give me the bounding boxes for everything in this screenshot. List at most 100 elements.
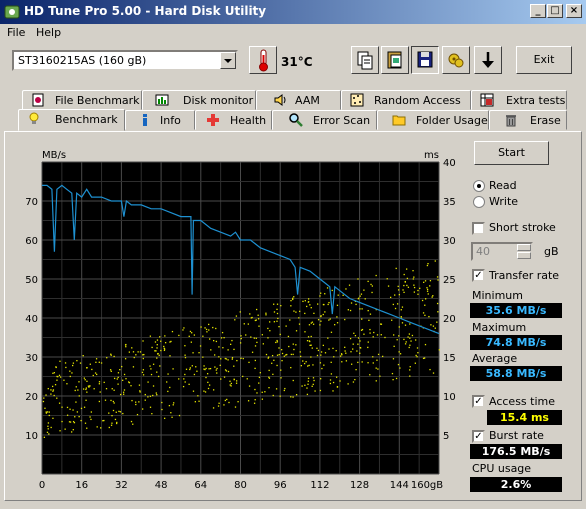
tab-erase[interactable]: Erase bbox=[489, 110, 567, 130]
access-time-point bbox=[71, 364, 74, 367]
exit-button[interactable]: Exit bbox=[516, 46, 572, 74]
access-time-point bbox=[92, 374, 94, 377]
short-stroke-spinner[interactable]: 40 bbox=[471, 242, 533, 261]
access-time-point bbox=[123, 373, 126, 376]
tab-health[interactable]: Health bbox=[195, 110, 272, 130]
access-time-point bbox=[152, 394, 154, 397]
access-time-point bbox=[432, 325, 435, 327]
menu-help[interactable]: Help bbox=[36, 26, 61, 39]
access-time-point bbox=[161, 408, 163, 411]
read-radio[interactable] bbox=[473, 180, 485, 192]
access-time-point bbox=[257, 318, 260, 320]
access-time-point bbox=[271, 354, 274, 357]
access-time-point bbox=[130, 420, 133, 423]
access-time-point bbox=[299, 351, 301, 353]
access-time-point bbox=[357, 298, 359, 300]
access-time-checkbox[interactable]: ✓ bbox=[472, 395, 485, 408]
access-time-point bbox=[290, 299, 292, 302]
access-time-point bbox=[299, 355, 302, 358]
access-time-point bbox=[56, 375, 58, 378]
transfer-rate-checkbox[interactable]: ✓ bbox=[472, 269, 485, 282]
access-time-point bbox=[349, 337, 352, 340]
y-tick-label-right: 30 bbox=[443, 236, 456, 247]
access-time-point bbox=[261, 398, 264, 400]
copy-text-button[interactable] bbox=[351, 46, 379, 74]
access-time-point bbox=[144, 393, 146, 396]
y-tick-label-left: 20 bbox=[25, 392, 38, 403]
tab-folder-usage[interactable]: Folder Usage bbox=[377, 110, 489, 130]
access-time-point bbox=[184, 356, 187, 359]
access-time-point bbox=[208, 384, 211, 386]
access-time-point bbox=[142, 357, 144, 360]
burst-rate-checkbox[interactable]: ✓ bbox=[472, 430, 485, 443]
tab-disk-monitor[interactable]: Disk monitor bbox=[142, 90, 256, 110]
access-time-point bbox=[414, 362, 417, 364]
access-time-point bbox=[159, 365, 161, 367]
access-time-point bbox=[426, 288, 429, 291]
tab-random-access[interactable]: Random Access bbox=[341, 90, 471, 110]
copy-screenshot-button[interactable] bbox=[381, 46, 409, 74]
access-time-point bbox=[42, 400, 45, 403]
write-radio[interactable] bbox=[473, 196, 485, 208]
menu-file[interactable]: File bbox=[7, 26, 25, 39]
access-time-point bbox=[320, 351, 323, 353]
download-button[interactable] bbox=[474, 46, 502, 74]
access-time-point bbox=[399, 353, 402, 355]
access-time-point bbox=[284, 387, 286, 390]
access-time-point bbox=[142, 374, 145, 376]
tab-info[interactable]: Info bbox=[125, 110, 195, 130]
access-time-point bbox=[432, 295, 434, 297]
access-time-point bbox=[312, 377, 315, 379]
spinner-up-icon[interactable] bbox=[517, 244, 531, 251]
minimize-button[interactable]: _ bbox=[530, 4, 546, 18]
access-time-point bbox=[350, 302, 353, 304]
maximize-button[interactable]: □ bbox=[547, 4, 563, 18]
access-time-point bbox=[188, 383, 190, 385]
access-time-point bbox=[224, 369, 227, 371]
short-stroke-checkbox[interactable] bbox=[472, 222, 485, 235]
access-time-point bbox=[395, 377, 398, 380]
drive-select[interactable]: ST3160215AS (160 gB) bbox=[12, 50, 238, 71]
access-time-point bbox=[310, 335, 312, 338]
start-button[interactable]: Start bbox=[474, 141, 549, 165]
access-time-point bbox=[105, 388, 108, 390]
spinner-down-icon[interactable] bbox=[517, 252, 531, 259]
access-time-point bbox=[403, 284, 405, 287]
access-time-point bbox=[409, 369, 411, 371]
access-time-point bbox=[199, 345, 202, 347]
access-time-point bbox=[421, 299, 424, 302]
access-time-point bbox=[226, 398, 228, 401]
folder-icon bbox=[392, 115, 406, 126]
tab-error-scan[interactable]: Error Scan bbox=[272, 110, 377, 130]
access-time-point bbox=[265, 353, 268, 356]
tab-benchmark[interactable]: Benchmark bbox=[18, 109, 125, 131]
tab-extra-tests[interactable]: Extra tests bbox=[471, 90, 567, 110]
access-time-point bbox=[290, 396, 292, 398]
access-time-point bbox=[122, 393, 125, 395]
burst-rate-value: 176.5 MB/s bbox=[470, 444, 562, 459]
close-button[interactable]: × bbox=[566, 4, 582, 18]
access-time-point bbox=[276, 320, 278, 322]
chevron-down-icon[interactable] bbox=[220, 52, 236, 69]
access-time-point bbox=[400, 316, 402, 318]
y-tick-label-right: 25 bbox=[443, 275, 456, 286]
tab-file-benchmark[interactable]: File Benchmark bbox=[22, 90, 142, 110]
save-button[interactable] bbox=[411, 46, 439, 74]
access-time-point bbox=[368, 319, 370, 321]
options-button[interactable] bbox=[442, 46, 470, 74]
access-time-point bbox=[327, 303, 329, 306]
access-time-point bbox=[277, 317, 279, 320]
access-time-point bbox=[217, 405, 220, 407]
tab-aam[interactable]: AAM bbox=[256, 90, 341, 110]
access-time-point bbox=[89, 416, 91, 418]
access-time-point bbox=[254, 359, 257, 362]
access-time-point bbox=[273, 311, 276, 313]
access-time-point bbox=[182, 385, 185, 388]
access-time-point bbox=[164, 335, 166, 337]
access-time-point bbox=[316, 347, 318, 349]
access-time-point bbox=[239, 342, 242, 344]
access-time-point bbox=[336, 322, 339, 324]
access-time-point bbox=[306, 393, 309, 396]
access-time-point bbox=[397, 289, 400, 291]
temperature-button[interactable] bbox=[249, 46, 277, 74]
